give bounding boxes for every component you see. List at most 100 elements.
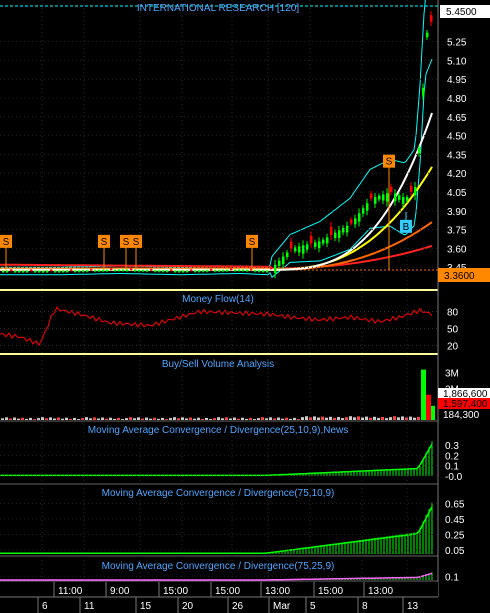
volume-bar [261, 417, 264, 420]
volume-bar [409, 416, 412, 420]
volume-bar [25, 418, 28, 420]
candle-body [154, 270, 157, 272]
candle-body [266, 270, 269, 273]
macd1-ticks: 0.30.20.1-0.0 [0, 441, 463, 483]
candle-body [178, 270, 181, 273]
chart-title: INTERNATIONAL RESEARCH [120] [137, 3, 299, 14]
volume-bar [277, 417, 280, 420]
date-label: 6 [42, 601, 48, 612]
candle-body [106, 269, 109, 272]
volume-bar [337, 416, 340, 420]
volume-bar [313, 416, 316, 420]
candle-body [30, 269, 33, 271]
volume-bar [69, 418, 72, 420]
volume-bar [41, 417, 44, 420]
macd-tick-label: 0.25 [445, 531, 465, 542]
volume-bar [301, 417, 304, 420]
volume-bar [53, 418, 56, 420]
candle-body [82, 270, 85, 272]
money-flow-title: Money Flow(14) [182, 294, 254, 305]
volume-bar [137, 417, 140, 420]
time-label: 13:00 [265, 586, 290, 597]
date-label: 11 [84, 601, 95, 612]
candle-body [222, 270, 225, 272]
volume-bar [233, 417, 236, 420]
candle-body [238, 269, 241, 272]
candle-body [174, 270, 177, 273]
volume-bar [221, 418, 224, 420]
volume-bar [1, 418, 4, 420]
price-axis-ticks: 5.25 5.10 4.95 4.80 4.65 4.50 4.35 4.20 4.05 3.90… [0, 38, 467, 274]
candle-body [410, 185, 413, 192]
candle-body [346, 225, 349, 233]
candle-body [34, 270, 37, 273]
candle-body [98, 270, 101, 272]
separator-mfi-volume [0, 353, 438, 355]
volume-bar [417, 416, 420, 420]
volume-bar [369, 417, 372, 420]
volume-bar [285, 417, 288, 420]
candle-body [406, 197, 409, 201]
candle-body [426, 32, 429, 38]
candle-body [206, 270, 209, 272]
price-tick-label: 3.60 [447, 244, 467, 255]
volume-title: Buy/Sell Volume Analysis [162, 359, 274, 370]
volume-bar [349, 416, 352, 420]
candle-body [190, 269, 193, 271]
volume-bar [141, 418, 144, 420]
money-flow-ticks: 80 50 20 [0, 307, 459, 352]
candle-body [6, 270, 9, 273]
last-price-label: 5.4500 [446, 7, 477, 18]
volume-bar [61, 418, 64, 420]
volume-bar [45, 418, 48, 420]
candle-body [42, 270, 45, 273]
volume-bar [97, 418, 100, 420]
candle-body [230, 268, 233, 270]
candle-body [338, 230, 341, 238]
time-label: 15:00 [215, 586, 240, 597]
candle-body [38, 270, 41, 273]
money-flow-series [0, 306, 433, 346]
macd-signal-line [0, 506, 433, 555]
candle-body [62, 270, 65, 273]
volume-bar [145, 417, 148, 420]
macd-tick-label: 0.1 [445, 572, 459, 583]
candle-body [354, 218, 357, 225]
candle-body [2, 270, 5, 273]
candle-body [170, 269, 173, 271]
candle-body [214, 270, 217, 272]
volume-bar [273, 418, 276, 420]
volume-bar [365, 416, 368, 420]
candle-body [134, 269, 137, 272]
volume-bar [181, 417, 184, 420]
volume-bar [413, 417, 416, 420]
candle-body [350, 219, 353, 224]
candle-body [382, 194, 385, 201]
mid-ma-line [0, 166, 433, 271]
candle-body [198, 270, 201, 272]
volume-bar [77, 419, 80, 420]
volume-bar [37, 418, 40, 420]
volume-bar-buy-last [431, 405, 435, 420]
sell-volume-label: 1,597,400 [443, 399, 488, 410]
volume-bar [5, 417, 8, 420]
candle-body [334, 232, 337, 238]
volume-bar [21, 417, 24, 420]
candle-body [138, 270, 141, 272]
volume-bar [213, 418, 216, 420]
volume-bar [9, 418, 12, 420]
candle-body [70, 269, 73, 271]
volume-bar [161, 417, 164, 420]
candle-body [370, 193, 373, 199]
candle-body [18, 270, 21, 273]
candle-body [74, 270, 77, 272]
volume-bar [117, 417, 120, 420]
candle-body [46, 270, 49, 273]
volume-bar [237, 418, 240, 420]
candle-body [242, 269, 245, 272]
candle-body [258, 270, 261, 272]
candle-body [186, 270, 189, 273]
candle-body [282, 256, 285, 265]
candle-body [26, 270, 29, 273]
volume-bar [269, 417, 272, 420]
